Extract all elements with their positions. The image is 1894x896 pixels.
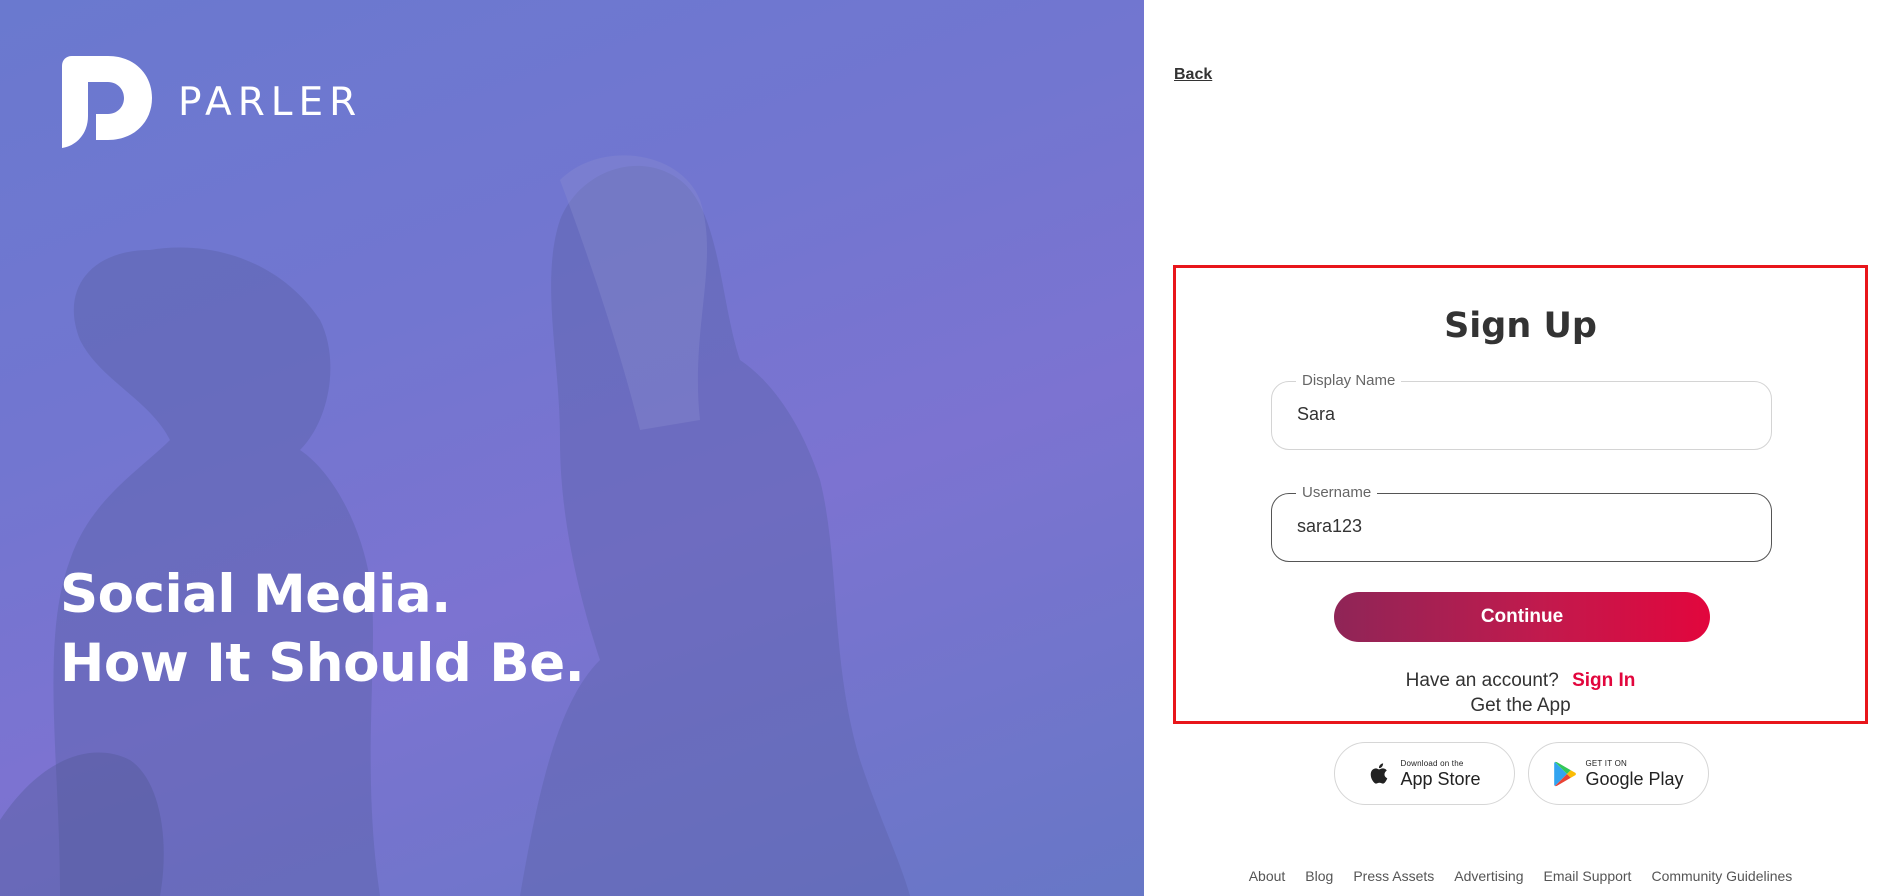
- footer-link-blog[interactable]: Blog: [1305, 868, 1333, 884]
- username-input[interactable]: [1297, 516, 1737, 537]
- hero-headline-line1: Social Media.: [60, 564, 451, 625]
- app-store-text: Download on the App Store: [1400, 758, 1481, 789]
- app-store-button[interactable]: Download on the App Store: [1334, 742, 1515, 805]
- footer-link-community-guidelines[interactable]: Community Guidelines: [1651, 868, 1792, 884]
- hero-headline-line2: How It Should Be.: [60, 633, 585, 694]
- google-play-small: GET IT ON: [1585, 758, 1627, 768]
- footer-link-about[interactable]: About: [1249, 868, 1286, 884]
- display-name-label: Display Name: [1296, 372, 1402, 390]
- back-link[interactable]: Back: [1174, 66, 1212, 84]
- google-play-big: Google Play: [1585, 768, 1684, 789]
- google-play-text: GET IT ON Google Play: [1585, 758, 1684, 789]
- display-name-field[interactable]: Display Name: [1271, 372, 1772, 450]
- account-prompt-text: Have an account?: [1405, 670, 1559, 691]
- username-field[interactable]: Username: [1271, 484, 1772, 562]
- brand-logo: PARLER: [62, 56, 362, 148]
- footer-link-advertising[interactable]: Advertising: [1454, 868, 1523, 884]
- footer-link-press-assets[interactable]: Press Assets: [1353, 868, 1434, 884]
- sign-in-link[interactable]: Sign In: [1572, 670, 1635, 691]
- signup-title: Sign Up: [1444, 306, 1597, 346]
- display-name-input[interactable]: [1297, 404, 1737, 425]
- footer-link-email-support[interactable]: Email Support: [1544, 868, 1632, 884]
- username-label: Username: [1296, 484, 1378, 502]
- apple-icon: [1371, 762, 1388, 784]
- app-store-small: Download on the: [1400, 758, 1464, 768]
- footer-links: About Blog Press Assets Advertising Emai…: [1173, 868, 1868, 884]
- parler-logo-icon: [62, 56, 152, 148]
- google-play-icon: [1554, 761, 1577, 786]
- app-store-big: App Store: [1400, 768, 1481, 789]
- brand-name: PARLER: [178, 79, 363, 125]
- get-app-text: Get the App: [1470, 695, 1571, 716]
- continue-button[interactable]: Continue: [1334, 592, 1710, 642]
- hero-panel: PARLER Social Media. How It Should Be.: [0, 0, 1144, 896]
- hero-headline: Social Media. How It Should Be.: [60, 560, 585, 698]
- google-play-button[interactable]: GET IT ON Google Play: [1528, 742, 1709, 805]
- account-prompt-line: Have an account? Sign In: [1173, 670, 1868, 692]
